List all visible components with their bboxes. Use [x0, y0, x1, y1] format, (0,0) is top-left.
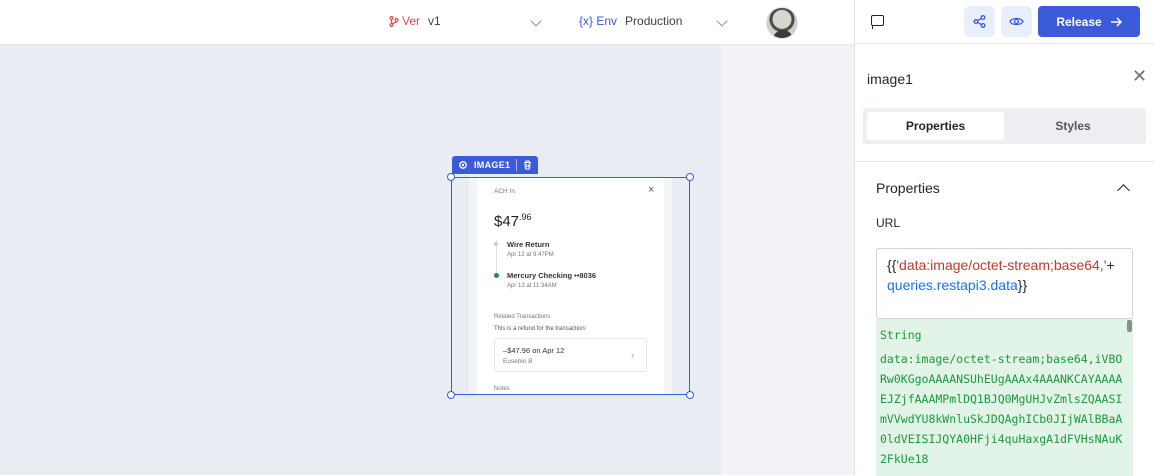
panel-header: Release — [855, 0, 1154, 44]
evaluated-value-preview: String data:image/octet-stream;base64,iV… — [876, 319, 1133, 476]
version-tag-label: Ver — [402, 14, 421, 28]
preview-value: data:image/octet-stream;base64,iVBORw0KG… — [880, 352, 1123, 466]
gear-icon[interactable] — [458, 160, 468, 170]
url-code-input[interactable]: {{'data:image/octet-stream;base64,'+ que… — [876, 248, 1133, 319]
share-icon — [973, 15, 986, 28]
avatar[interactable] — [766, 7, 798, 39]
component-name[interactable]: image1 — [867, 71, 913, 87]
top-toolbar: Ver v1 {x} Env Production — [0, 0, 855, 45]
version-value: v1 — [428, 14, 441, 28]
component-label[interactable]: IMAGE1 — [452, 156, 539, 174]
branch-icon — [389, 15, 399, 27]
label-divider — [516, 159, 518, 171]
eye-icon — [1009, 17, 1024, 26]
release-button[interactable]: Release — [1038, 6, 1140, 37]
release-label: Release — [1056, 14, 1102, 29]
share-button[interactable] — [964, 6, 995, 37]
section-title[interactable]: Properties — [876, 180, 940, 196]
canvas-margin — [721, 45, 854, 475]
resize-handle-ne[interactable] — [686, 173, 694, 181]
tab-properties[interactable]: Properties — [867, 112, 1004, 140]
version-tag: Ver — [389, 14, 420, 28]
inspector-panel: Release image1 ✕ Properties Styles Prope… — [854, 0, 1154, 476]
url-label: URL — [876, 216, 901, 230]
version-selector[interactable]: Ver v1 — [389, 14, 441, 28]
resize-handle-se[interactable] — [686, 391, 694, 399]
preview-button[interactable] — [1001, 6, 1032, 37]
close-icon[interactable]: ✕ — [1132, 67, 1147, 85]
preview-scrollbar[interactable] — [1127, 320, 1132, 332]
comments-icon[interactable] — [871, 15, 884, 29]
properties-section: Properties URL {{'data:image/octet-strea… — [855, 161, 1154, 476]
inspector-tabs: Properties Styles — [863, 108, 1146, 144]
tab-styles[interactable]: Styles — [1004, 112, 1142, 140]
env-tag: {x} Env — [579, 14, 618, 28]
resize-handle-sw[interactable] — [447, 391, 455, 399]
environment-selector[interactable]: {x} Env Production — [579, 14, 682, 28]
env-chevron-down-icon[interactable] — [716, 15, 728, 27]
selection-box — [451, 177, 690, 395]
version-chevron-down-icon[interactable] — [530, 15, 542, 27]
chevron-up-icon[interactable] — [1117, 184, 1130, 197]
component-label-text: IMAGE1 — [474, 160, 511, 170]
trash-icon[interactable] — [523, 160, 532, 170]
resize-handle-nw[interactable] — [447, 173, 455, 181]
arrow-right-icon — [1110, 16, 1122, 27]
preview-type: String — [880, 328, 922, 342]
env-value: Production — [625, 14, 683, 28]
